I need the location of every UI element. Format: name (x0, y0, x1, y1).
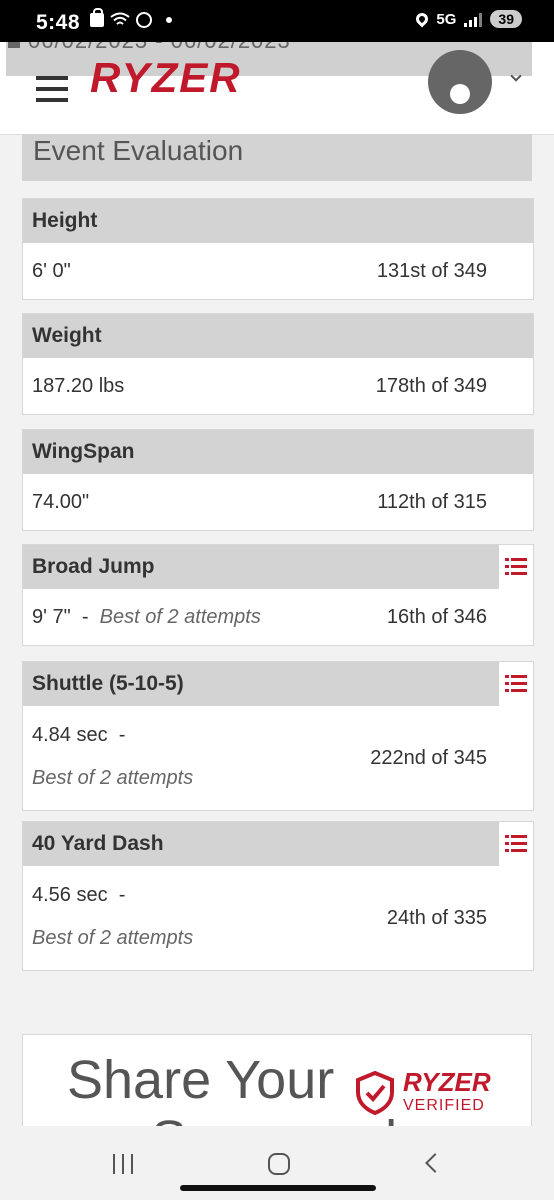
event-name: 40 Yard Dash (23, 822, 499, 866)
signal-icon (464, 11, 483, 27)
location-icon (413, 10, 431, 28)
status-bar: 5:48 5G 39 (0, 0, 554, 42)
event-rank: 222nd of 345 (370, 747, 487, 769)
event-card-40-yard-dash: 40 Yard Dash 4.56 sec - Best of 2 attemp… (22, 821, 534, 971)
event-name: WingSpan (23, 430, 533, 474)
event-rank: 16th of 346 (386, 606, 487, 628)
list-icon[interactable] (499, 662, 533, 706)
event-card-height: Height 6' 0" 131st of 349 (22, 198, 534, 300)
ryzer-logo[interactable]: RYZER (90, 54, 242, 102)
battery-indicator: 39 (490, 10, 522, 28)
fingerprint-icon (136, 12, 152, 28)
status-time: 5:48 (36, 11, 81, 34)
section-title: Event Evaluation (22, 134, 532, 181)
event-value: 187.20 lbs (32, 375, 125, 397)
event-note: Best of 2 attempts (32, 767, 194, 789)
event-rank: 112th of 315 (377, 491, 487, 513)
app-header: 06/02/2023 - 06/02/2023 RYZER (0, 42, 554, 135)
date-range: 06/02/2023 - 06/02/2023 (28, 42, 291, 54)
hamburger-icon[interactable] (36, 76, 68, 109)
event-value: 6' 0" (32, 260, 71, 282)
badge-label: VERIFIED (403, 1097, 485, 1114)
event-name: Shuttle (5-10-5) (23, 662, 499, 706)
share-title: Share Your (67, 1050, 335, 1110)
event-value: 74.00" (32, 491, 90, 513)
event-value: 4.84 sec (32, 724, 108, 746)
event-name: Height (23, 199, 533, 243)
event-card-weight: Weight 187.20 lbs 178th of 349 (22, 313, 534, 415)
event-card-broad-jump: Broad Jump 9' 7" - Best of 2 attempts 16… (22, 544, 534, 646)
event-value: 9' 7" (32, 606, 71, 628)
list-icon[interactable] (499, 545, 533, 589)
value-separator: - (118, 724, 126, 746)
back-icon[interactable] (425, 1153, 445, 1173)
wifi-icon (110, 12, 130, 25)
event-name: Broad Jump (23, 545, 499, 589)
gesture-handle[interactable] (180, 1185, 376, 1191)
calendar-icon (8, 42, 20, 48)
notification-dot-icon (166, 17, 172, 23)
network-type: 5G (436, 10, 457, 28)
event-value: 4.56 sec (32, 884, 108, 906)
value-separator: - (81, 606, 89, 628)
event-note: Best of 2 attempts (99, 606, 261, 628)
user-avatar-icon[interactable] (428, 50, 492, 114)
recent-apps-icon[interactable] (113, 1154, 133, 1174)
event-name: Weight (23, 314, 533, 358)
event-note: Best of 2 attempts (32, 927, 194, 949)
event-rank: 24th of 335 (386, 907, 487, 929)
event-rank: 131st of 349 (376, 260, 487, 282)
event-card-wingspan: WingSpan 74.00" 112th of 315 (22, 429, 534, 531)
home-icon[interactable] (268, 1153, 290, 1175)
value-separator: - (118, 884, 126, 906)
badge-brand: RYZER (403, 1067, 491, 1097)
shopping-bag-icon (90, 8, 104, 27)
list-icon[interactable] (499, 822, 533, 866)
system-nav-bar (0, 1126, 554, 1200)
event-card-shuttle: Shuttle (5-10-5) 4.84 sec - Best of 2 at… (22, 661, 534, 811)
event-rank: 178th of 349 (375, 375, 487, 397)
shield-check-icon (356, 1071, 394, 1115)
